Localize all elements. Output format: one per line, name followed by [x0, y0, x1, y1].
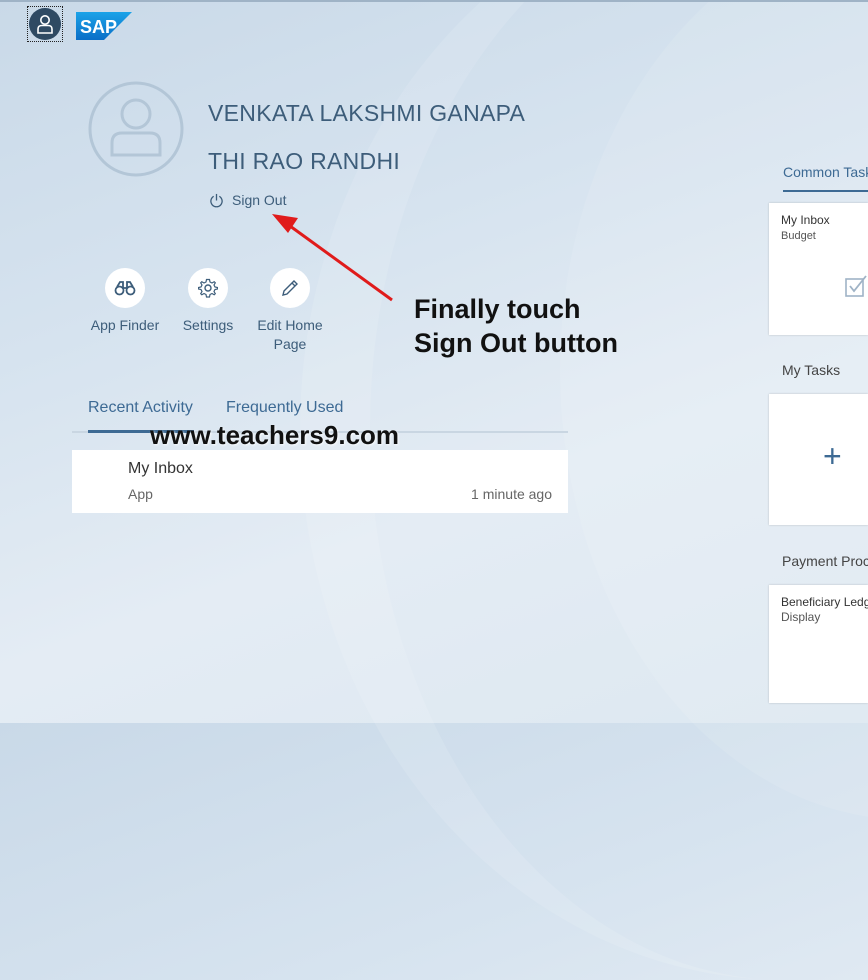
- plus-icon: +: [823, 438, 842, 474]
- tile-subtitle: Budget: [781, 230, 816, 242]
- tile-subtitle: Display: [781, 610, 821, 624]
- my-tasks-title: My Tasks: [782, 362, 841, 378]
- tab-common-tasks[interactable]: Common Task: [783, 164, 868, 180]
- tile-add-task[interactable]: +: [769, 394, 868, 525]
- checkbox-icon: [845, 275, 867, 297]
- tile-title: Beneficiary Ledg: [781, 595, 868, 609]
- payment-section-title: Payment Proc: [782, 553, 868, 569]
- annotation-line2: Sign Out button: [414, 328, 618, 358]
- watermark: www.teachers9.com: [150, 420, 400, 450]
- tile-my-inbox[interactable]: My Inbox Budget: [769, 203, 868, 335]
- tile-beneficiary-ledger[interactable]: Beneficiary Ledg Display: [769, 585, 868, 703]
- common-tasks-indicator: [783, 190, 868, 192]
- annotation-line1: Finally touch: [414, 294, 581, 324]
- annotation-arrow: [272, 214, 393, 302]
- annotation-text: Finally touch Sign Out button: [414, 292, 618, 360]
- tile-title: My Inbox: [781, 213, 830, 227]
